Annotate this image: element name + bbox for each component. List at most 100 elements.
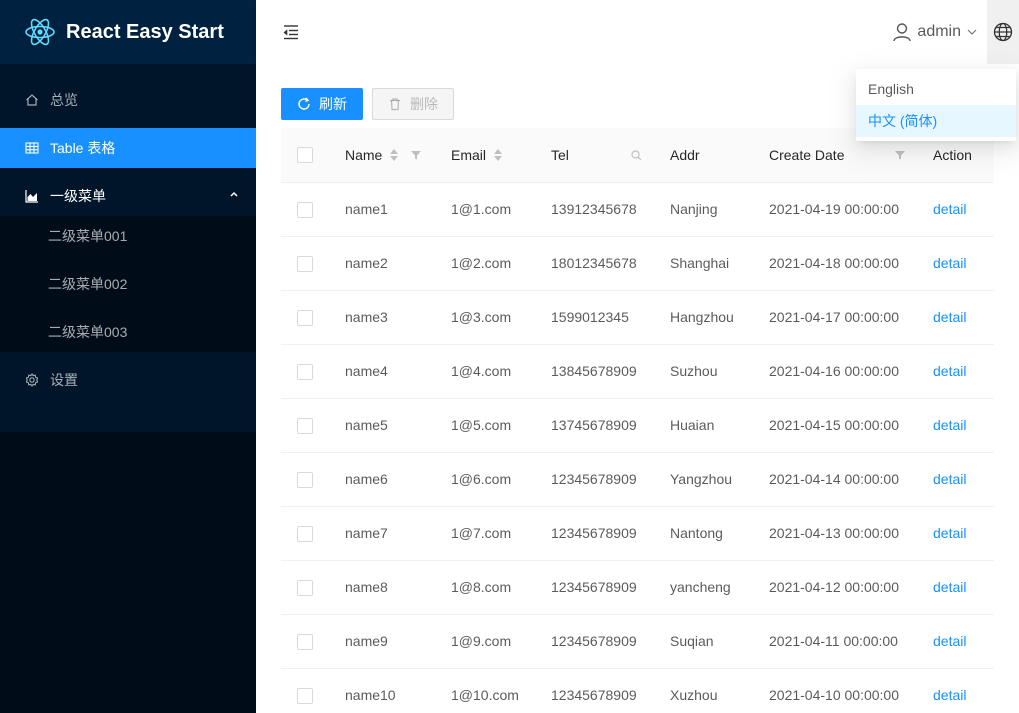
row-checkbox[interactable] xyxy=(297,255,313,272)
language-dropdown: English 中文 (简体) xyxy=(856,69,1016,141)
table-row[interactable]: name3 1@3.com 1599012345 Hangzhou 2021-04-17… xyxy=(281,290,994,345)
table-cell: 13845678909 xyxy=(535,344,654,399)
table-row[interactable]: name10 1@10.com 12345678909 Xuzhou 2021-04-1… xyxy=(281,668,994,713)
cell-addr: Nanjing xyxy=(670,201,718,217)
table-cell: Suqian xyxy=(654,614,753,669)
detail-link[interactable]: detail xyxy=(933,363,966,379)
table-cell: Hangzhou xyxy=(654,290,753,345)
row-checkbox[interactable] xyxy=(297,525,313,542)
column-name[interactable]: Name xyxy=(329,128,435,183)
cell-name: name3 xyxy=(345,309,388,325)
cell-email: 1@2.com xyxy=(451,255,512,271)
table-row[interactable]: name4 1@4.com 13845678909 Suzhou 2021-04-16 … xyxy=(281,344,994,399)
table-row[interactable]: name2 1@2.com 18012345678 Shanghai 2021-04-1… xyxy=(281,236,994,291)
table-cell: Yangzhou xyxy=(654,452,753,507)
table-cell: 12345678909 xyxy=(535,560,654,615)
row-checkbox[interactable] xyxy=(297,579,313,596)
cell-create-date: 2021-04-17 00:00:00 xyxy=(769,309,899,325)
user-menu[interactable]: admin xyxy=(882,0,987,64)
submenu-item-003[interactable]: 二级菜单003 xyxy=(0,312,256,352)
row-checkbox[interactable] xyxy=(297,417,313,434)
gear-icon xyxy=(24,372,40,388)
table-cell: detail xyxy=(917,614,994,669)
table-cell: 12345678909 xyxy=(535,614,654,669)
logo[interactable]: React Easy Start xyxy=(0,0,256,64)
table-cell: name5 xyxy=(329,398,435,453)
menu-fold-icon[interactable] xyxy=(281,22,301,42)
column-header-label: Name xyxy=(345,146,383,163)
cell-name: name1 xyxy=(345,201,388,217)
user-icon xyxy=(893,23,912,42)
table-row[interactable]: name1 1@1.com 13912345678 Nanjing 2021-04-19… xyxy=(281,182,994,237)
detail-link[interactable]: detail xyxy=(933,309,966,325)
detail-link[interactable]: detail xyxy=(933,417,966,433)
sidebar-item-table[interactable]: Table 表格 xyxy=(0,128,256,168)
row-select-cell xyxy=(281,182,329,237)
header-right: admin xyxy=(882,0,1019,64)
sort-icon[interactable] xyxy=(494,148,503,161)
row-select-cell xyxy=(281,344,329,399)
detail-link[interactable]: detail xyxy=(933,687,966,703)
search-icon[interactable] xyxy=(631,150,642,161)
select-all-cell xyxy=(281,128,329,183)
table-row[interactable]: name8 1@8.com 12345678909 yancheng 2021-04-1… xyxy=(281,560,994,615)
table-cell: name10 xyxy=(329,668,435,713)
sidebar-item-label: 设置 xyxy=(50,372,78,388)
detail-link[interactable]: detail xyxy=(933,471,966,487)
row-checkbox[interactable] xyxy=(297,471,313,488)
filter-icon[interactable] xyxy=(411,150,422,160)
row-select-cell xyxy=(281,668,329,713)
sidebar-item-level1-menu[interactable]: 一级菜单 xyxy=(0,176,256,216)
table-cell: detail xyxy=(917,452,994,507)
language-option-chinese[interactable]: 中文 (简体) xyxy=(856,105,1016,137)
table-cell: Suzhou xyxy=(654,344,753,399)
cell-tel: 12345678909 xyxy=(551,579,637,595)
table-row[interactable]: name7 1@7.com 12345678909 Nantong 2021-04-13… xyxy=(281,506,994,561)
row-checkbox[interactable] xyxy=(297,363,313,380)
cell-addr: Nantong xyxy=(670,525,723,541)
table-row[interactable]: name5 1@5.com 13745678909 Huaian 2021-04-15 … xyxy=(281,398,994,453)
table-cell: 1@8.com xyxy=(435,560,535,615)
column-addr: Addr xyxy=(654,128,753,183)
table-cell: 18012345678 xyxy=(535,236,654,291)
table-row[interactable]: name9 1@9.com 12345678909 Suqian 2021-04-11 … xyxy=(281,614,994,669)
sidebar-item-label: 总览 xyxy=(50,92,78,108)
cell-name: name7 xyxy=(345,525,388,541)
table-cell: 1@10.com xyxy=(435,668,535,713)
row-checkbox[interactable] xyxy=(297,201,313,218)
language-option-english[interactable]: English xyxy=(856,73,1016,105)
table-cell: detail xyxy=(917,290,994,345)
sidebar-item-settings[interactable]: 设置 xyxy=(0,360,256,400)
home-icon xyxy=(24,92,40,108)
table-cell: 12345678909 xyxy=(535,668,654,713)
language-switch-button[interactable] xyxy=(987,0,1019,64)
detail-link[interactable]: detail xyxy=(933,201,966,217)
sort-icon[interactable] xyxy=(390,148,399,161)
row-checkbox[interactable] xyxy=(297,309,313,326)
reload-icon xyxy=(298,97,310,110)
table-cell: 2021-04-18 00:00:00 xyxy=(753,236,917,291)
detail-link[interactable]: detail xyxy=(933,579,966,595)
detail-link[interactable]: detail xyxy=(933,525,966,541)
column-tel[interactable]: Tel xyxy=(535,128,654,183)
submenu-item-001[interactable]: 二级菜单001 xyxy=(0,216,256,256)
table-cell: 12345678909 xyxy=(535,506,654,561)
cell-addr: Yangzhou xyxy=(670,471,733,487)
cell-email: 1@8.com xyxy=(451,579,512,595)
row-checkbox[interactable] xyxy=(297,633,313,650)
data-table: Name Email Tel Addr Create Date Action n… xyxy=(281,128,994,713)
select-all-checkbox[interactable] xyxy=(297,147,313,164)
column-email[interactable]: Email xyxy=(435,128,535,183)
table-cell: name4 xyxy=(329,344,435,399)
delete-button[interactable]: 删除 xyxy=(372,88,454,120)
submenu-item-002[interactable]: 二级菜单002 xyxy=(0,264,256,304)
detail-link[interactable]: detail xyxy=(933,255,966,271)
refresh-button[interactable]: 刷新 xyxy=(281,88,363,120)
row-checkbox[interactable] xyxy=(297,687,313,704)
detail-link[interactable]: detail xyxy=(933,633,966,649)
table-row[interactable]: name6 1@6.com 12345678909 Yangzhou 2021-04-1… xyxy=(281,452,994,507)
filter-icon[interactable] xyxy=(895,150,905,160)
table-cell: 1@3.com xyxy=(435,290,535,345)
table-cell: 2021-04-13 00:00:00 xyxy=(753,506,917,561)
sidebar-item-overview[interactable]: 总览 xyxy=(0,80,256,120)
